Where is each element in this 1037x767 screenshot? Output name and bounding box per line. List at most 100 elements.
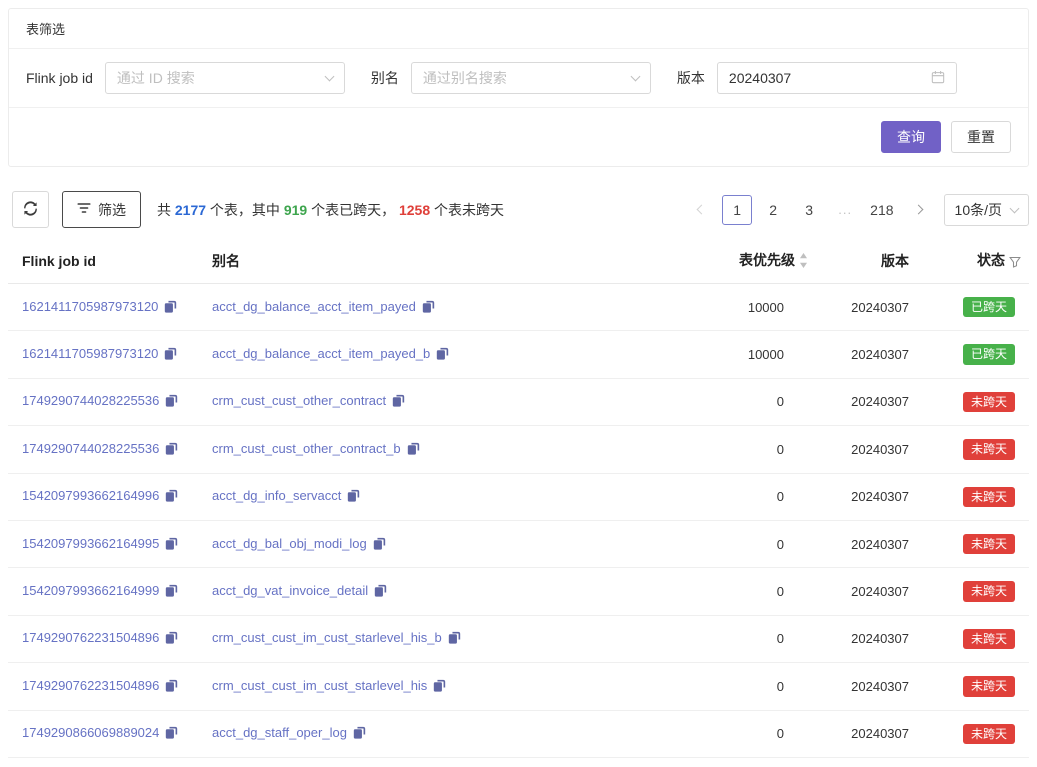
job-id-link[interactable]: 1542097993662164995 [22, 536, 159, 551]
chevron-down-icon [1010, 203, 1020, 213]
copy-icon[interactable] [433, 679, 446, 695]
next-page-button[interactable] [904, 195, 934, 225]
table-row: 1749290762231504896 crm_cust_cust_im_cus… [8, 615, 1029, 662]
table-row: 1749290744028225536 crm_cust_cust_other_… [8, 378, 1029, 425]
page-button-218[interactable]: 218 [866, 195, 897, 225]
status-badge: 未跨天 [963, 724, 1015, 744]
alias-field: 别名 通过别名搜索 [371, 62, 651, 94]
job-id-link[interactable]: 1621411705987973120 [22, 299, 158, 314]
status-badge: 未跨天 [963, 487, 1015, 507]
alias-link[interactable]: crm_cust_cust_other_contract_b [212, 441, 401, 456]
copy-icon[interactable] [347, 489, 360, 505]
copy-icon[interactable] [165, 631, 178, 647]
page-button-1[interactable]: 1 [722, 195, 752, 225]
column-filter-icon[interactable] [1009, 255, 1021, 271]
copy-icon[interactable] [164, 347, 177, 363]
alias-link[interactable]: crm_cust_cust_other_contract [212, 393, 386, 408]
page-button-3[interactable]: 3 [794, 195, 824, 225]
sort-icon[interactable] [799, 253, 808, 271]
alias-link[interactable]: acct_dg_balance_acct_item_payed [212, 299, 416, 314]
uncrossed-count: 1258 [399, 202, 430, 218]
alias-link[interactable]: acct_dg_staff_oper_log [212, 725, 347, 740]
table-row: 1749290744028225536 crm_cust_cust_other_… [8, 426, 1029, 473]
filter-lines-icon [77, 201, 91, 218]
alias-link[interactable]: acct_dg_balance_acct_item_payed_b [212, 346, 430, 361]
priority-value: 0 [666, 520, 816, 567]
status-badge: 未跨天 [963, 581, 1015, 601]
filter-actions-row: 查询 重置 [9, 107, 1028, 166]
job-id-link[interactable]: 1749290762231504896 [22, 630, 159, 645]
job-id-select[interactable]: 通过 ID 搜索 [105, 62, 345, 94]
alias-select[interactable]: 通过别名搜索 [411, 62, 651, 94]
pagination: 123...218 [686, 195, 933, 225]
alias-link[interactable]: acct_dg_vat_invoice_detail [212, 583, 368, 598]
query-button[interactable]: 查询 [881, 121, 941, 153]
column-header-priority[interactable]: 表优先级 [666, 240, 816, 284]
chevron-left-icon [696, 205, 706, 215]
copy-icon[interactable] [374, 584, 387, 600]
calendar-icon [931, 70, 945, 87]
column-header-version: 版本 [816, 240, 921, 284]
table-row: 1542097993662164999 acct_dg_vat_invoice_… [8, 568, 1029, 615]
status-badge: 已跨天 [963, 344, 1015, 364]
copy-icon[interactable] [165, 726, 178, 742]
page-size-select[interactable]: 10条/页 [944, 194, 1029, 226]
copy-icon[interactable] [165, 679, 178, 695]
copy-icon[interactable] [422, 300, 435, 316]
page-size-label: 10条/页 [955, 200, 1002, 220]
alias-link[interactable]: crm_cust_cust_im_cust_starlevel_his_b [212, 630, 442, 645]
job-id-link[interactable]: 1749290744028225536 [22, 393, 159, 408]
copy-icon[interactable] [407, 442, 420, 458]
copy-icon[interactable] [165, 442, 178, 458]
table-toolbar: 筛选 共 2177 个表，其中 919 个表已跨天， 1258 个表未跨天 12… [12, 191, 1029, 228]
column-header-alias: 别名 [204, 240, 666, 284]
job-id-link[interactable]: 1749290762231504896 [22, 678, 159, 693]
job-id-link[interactable]: 1749290744028225536 [22, 441, 159, 456]
copy-icon[interactable] [165, 584, 178, 600]
table-row: 1542097993662164995 acct_dg_bal_obj_modi… [8, 520, 1029, 567]
page-ellipsis[interactable]: ... [830, 195, 860, 225]
filter-button[interactable]: 筛选 [62, 191, 141, 228]
chevron-down-icon [630, 72, 640, 82]
table-row: 1542097993662164996 acct_dg_info_servacc… [8, 473, 1029, 520]
version-date-picker[interactable]: 20240307 [717, 62, 957, 94]
job-id-field: Flink job id 通过 ID 搜索 [26, 62, 345, 94]
version-value: 20240307 [816, 331, 921, 378]
copy-icon[interactable] [436, 347, 449, 363]
table-header-row: Flink job id 别名 表优先级 版本 状态 [8, 240, 1029, 284]
copy-icon[interactable] [165, 489, 178, 505]
job-id-link[interactable]: 1542097993662164999 [22, 583, 159, 598]
copy-icon[interactable] [448, 631, 461, 647]
alias-link[interactable]: crm_cust_cust_im_cust_starlevel_his [212, 678, 427, 693]
version-value: 20240307 [816, 615, 921, 662]
job-id-link[interactable]: 1749290866069889024 [22, 725, 159, 740]
prev-page-button[interactable] [686, 195, 716, 225]
copy-icon[interactable] [392, 394, 405, 410]
copy-icon[interactable] [165, 537, 178, 553]
refresh-button[interactable] [12, 191, 49, 228]
summary-part: 个表已跨天， [307, 202, 399, 218]
copy-icon[interactable] [353, 726, 366, 742]
summary-part: 个表未跨天 [430, 202, 504, 218]
column-header-job-id: Flink job id [8, 240, 204, 284]
version-value: 20240307 [729, 70, 791, 86]
copy-icon[interactable] [165, 394, 178, 410]
version-value: 20240307 [816, 568, 921, 615]
summary-text: 共 2177 个表，其中 919 个表已跨天， 1258 个表未跨天 [157, 200, 504, 220]
version-value: 20240307 [816, 520, 921, 567]
status-badge: 已跨天 [963, 297, 1015, 317]
page-button-2[interactable]: 2 [758, 195, 788, 225]
alias-link[interactable]: acct_dg_info_servacct [212, 488, 341, 503]
filter-fields-row: Flink job id 通过 ID 搜索 别名 通过别名搜索 版本 20240… [9, 49, 1028, 107]
reset-button[interactable]: 重置 [951, 121, 1011, 153]
alias-link[interactable]: acct_dg_bal_obj_modi_log [212, 536, 367, 551]
crossed-count: 919 [284, 202, 307, 218]
priority-value: 0 [666, 615, 816, 662]
table-row: 1749290762231504896 crm_cust_cust_im_cus… [8, 663, 1029, 710]
filter-button-label: 筛选 [98, 200, 126, 220]
job-id-link[interactable]: 1542097993662164996 [22, 488, 159, 503]
version-label: 版本 [677, 68, 705, 88]
job-id-link[interactable]: 1621411705987973120 [22, 346, 158, 361]
copy-icon[interactable] [373, 537, 386, 553]
copy-icon[interactable] [164, 300, 177, 316]
